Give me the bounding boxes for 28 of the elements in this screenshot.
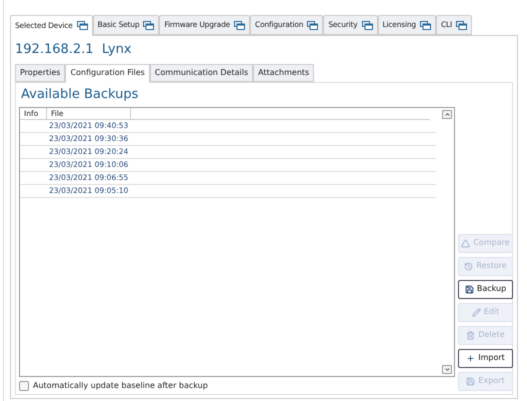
section-title: Available Backups [21,86,140,102]
window-icon [362,20,373,30]
action-button[interactable]: Backup [458,280,513,298]
window-icon [420,20,431,30]
history-icon [464,262,474,270]
window-icon [234,20,246,30]
sub-tab[interactable]: Properties [15,64,66,82]
window-icon [143,20,154,30]
plus-icon [466,354,476,362]
pencil-icon [472,308,481,316]
window-icon [307,20,318,30]
sub-tab[interactable]: Communication Details [150,64,254,82]
device-title: 192.168.2.1 Lynx [15,41,133,59]
chevron-down-icon [444,366,450,372]
trash-icon [466,330,476,340]
scroll-down-button[interactable] [442,364,452,374]
scroll-up-button[interactable] [442,110,452,118]
save-icon [466,376,476,386]
checkbox-label: Automatically update baseline after backup [33,380,208,392]
window-icon [456,20,468,30]
sub-tab[interactable]: Configuration Files [65,64,150,82]
checkbox[interactable] [19,380,29,390]
triangle-icon [461,238,470,248]
save-icon [464,284,474,294]
chevron-up-icon [444,110,450,118]
sub-tab[interactable]: Attachments [253,64,314,82]
action-button[interactable]: Import [458,348,513,368]
window-icon [76,21,88,30]
